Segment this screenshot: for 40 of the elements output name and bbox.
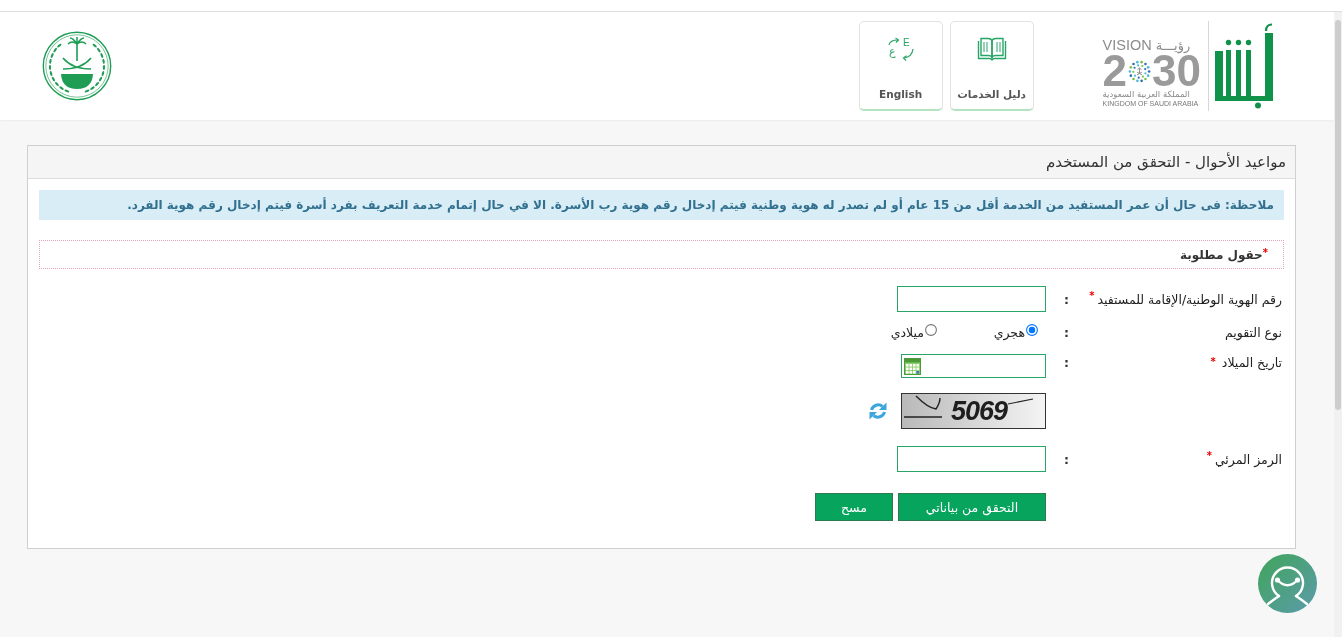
- noise-line: [1007, 398, 1034, 405]
- noise-line: [915, 395, 941, 410]
- calendar-icon[interactable]: [904, 357, 921, 375]
- logo-digits: 30: [1152, 53, 1201, 89]
- radio-button[interactable]: [925, 324, 937, 336]
- scrollbar-track[interactable]: [1334, 12, 1342, 637]
- legend-text: حقول مطلوبة: [1180, 247, 1263, 262]
- captcha-code: 5069: [950, 396, 1007, 426]
- required-asterisk: *: [1089, 291, 1095, 301]
- radio-label[interactable]: هجري: [993, 322, 1025, 340]
- field-label: نوع التقويم: [1225, 325, 1282, 340]
- required-asterisk: *: [1210, 357, 1216, 367]
- required-asterisk: *: [1262, 248, 1268, 258]
- refresh-icon[interactable]: [868, 401, 888, 421]
- radio-button[interactable]: [1026, 324, 1038, 336]
- logo-subtitle: المملكة العربية السعودية: [1102, 89, 1190, 99]
- colon-separator: :: [1064, 291, 1069, 307]
- input-field[interactable]: [897, 286, 1046, 312]
- noise-line: [903, 416, 943, 418]
- services-guide-link[interactable]: دليل الخدمات: [949, 21, 1034, 111]
- field-label: تاريخ الميلاد: [1221, 355, 1282, 370]
- colon-separator: :: [1064, 325, 1069, 340]
- emblem-logo: [42, 31, 112, 101]
- colon-separator: :: [1064, 355, 1069, 370]
- panel-title: مواعيد الأحوال - التحقق من المستخدم: [1045, 153, 1286, 171]
- logo-word: رؤيـــة: [1155, 38, 1191, 53]
- field-label: الرمز المرئي: [1214, 451, 1282, 467]
- input-field[interactable]: [897, 446, 1046, 472]
- logo-digits: 2: [1102, 53, 1128, 89]
- logo-word: VISION: [1102, 38, 1152, 53]
- date-field[interactable]: [901, 354, 1046, 378]
- book-icon: [976, 36, 1007, 62]
- smiley-chat-icon[interactable]: [1258, 554, 1317, 613]
- colon-separator: :: [1064, 451, 1069, 467]
- required-asterisk: *: [1206, 451, 1212, 461]
- dots-circle-icon: [1128, 59, 1152, 83]
- radio-label[interactable]: ميلادي: [890, 322, 924, 340]
- note-banner: ملاحظة: فى حال أن عمر المستفيد من الخدمة أقل من 15 عام أو لم تصدر له هوية وطنية فيتم إدخال رقم هوية رب الأسرة. الا في حال إتمام خدمة التعريف بفرد أسرة فيتم إدخال رقم هوية الفرد.: [39, 190, 1284, 220]
- field-label: رقم الهوية الوطنية/الإقامة للمستفيد: [1097, 291, 1282, 307]
- scrollbar-thumb[interactable]: [1335, 20, 1341, 410]
